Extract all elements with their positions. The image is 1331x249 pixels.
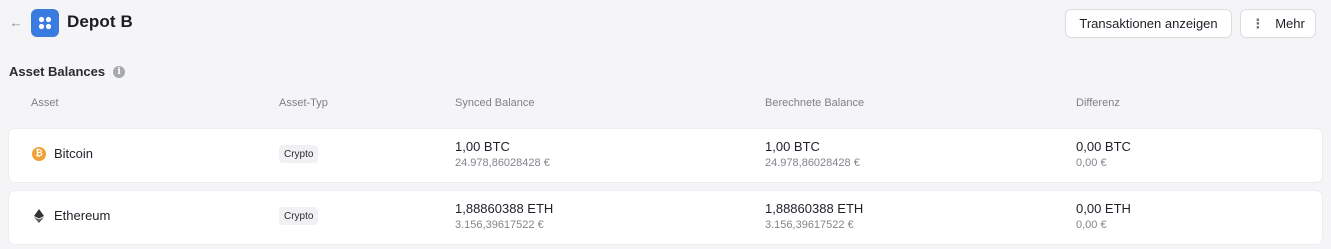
column-header-asset-type: Asset-Typ (279, 97, 328, 109)
asset-name: Bitcoin (54, 146, 94, 161)
difference-fiat: 0,00 € (1076, 157, 1107, 169)
info-icon[interactable]: i (113, 65, 126, 78)
calculated-balance: 1,88860388 ETH 3.156,39617522 € (765, 201, 863, 232)
show-transactions-label: Transaktionen anzeigen (1079, 16, 1218, 31)
section-title-label: Asset Balances (9, 64, 106, 79)
asset-cell: Ethereum (32, 208, 110, 223)
asset-type-badge: Crypto (279, 207, 319, 225)
depot-app-icon (31, 9, 59, 37)
column-header-difference: Differenz (1076, 97, 1120, 109)
asset-type-badge: Crypto (279, 145, 319, 163)
difference-fiat: 0,00 € (1076, 219, 1107, 231)
back-arrow-icon[interactable]: ← (8, 14, 24, 30)
synced-balance-amount: 1,00 BTC (455, 139, 510, 154)
bitcoin-icon: ₿ (32, 146, 46, 161)
synced-balance-fiat: 24.978,86028428 € (455, 157, 550, 169)
more-vertical-icon: ⋮ (1251, 15, 1265, 31)
page-header: ← Depot B Transaktionen anzeigen ⋮ Mehr (0, 0, 1331, 46)
column-header-asset: Asset (31, 97, 59, 109)
calculated-balance-amount: 1,00 BTC (765, 139, 820, 154)
calculated-balance: 1,00 BTC 24.978,86028428 € (765, 139, 860, 170)
synced-balance: 1,00 BTC 24.978,86028428 € (455, 139, 550, 170)
synced-balance-amount: 1,88860388 ETH (455, 201, 554, 216)
calculated-balance-fiat: 3.156,39617522 € (765, 219, 854, 231)
grid-icon (38, 16, 52, 30)
column-header-synced-balance: Synced Balance (455, 97, 535, 109)
table-row[interactable]: ₿ Bitcoin Crypto 1,00 BTC 24.978,8602842… (9, 129, 1322, 182)
synced-balance-fiat: 3.156,39617522 € (455, 219, 544, 231)
bitcoin-glyph: ₿ (35, 148, 43, 158)
table-row[interactable]: Ethereum Crypto 1,88860388 ETH 3.156,396… (9, 191, 1322, 244)
column-header-calculated-balance: Berechnete Balance (765, 97, 865, 109)
difference: 0,00 ETH 0,00 € (1076, 201, 1131, 232)
more-label: Mehr (1275, 16, 1305, 31)
asset-cell: ₿ Bitcoin (32, 146, 93, 161)
section-title: Asset Balances i (9, 64, 126, 79)
calculated-balance-fiat: 24.978,86028428 € (765, 157, 860, 169)
difference-amount: 0,00 BTC (1076, 139, 1131, 154)
synced-balance: 1,88860388 ETH 3.156,39617522 € (455, 201, 553, 232)
difference: 0,00 BTC 0,00 € (1076, 139, 1131, 170)
difference-amount: 0,00 ETH (1076, 201, 1131, 216)
calculated-balance-amount: 1,88860388 ETH (765, 201, 864, 216)
more-button[interactable]: ⋮ Mehr (1240, 9, 1316, 38)
show-transactions-button[interactable]: Transaktionen anzeigen (1065, 9, 1232, 38)
page-title: Depot B (67, 12, 133, 31)
asset-name: Ethereum (54, 208, 111, 223)
ethereum-icon (32, 208, 46, 223)
